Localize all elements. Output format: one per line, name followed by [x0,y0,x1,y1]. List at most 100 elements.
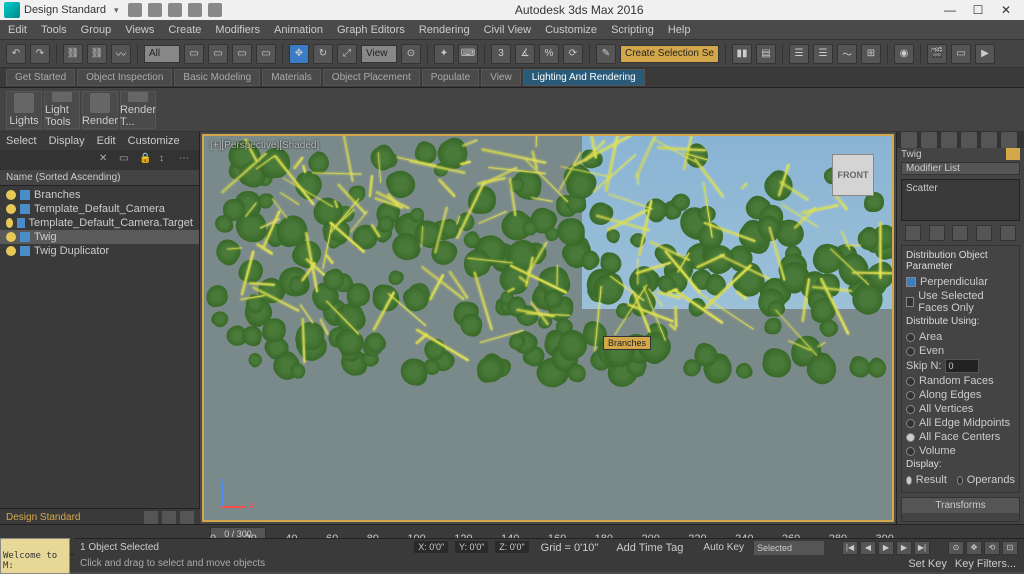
modifier-list-combo[interactable]: Modifier List [901,162,1020,175]
list-item[interactable]: Template_Default_Camera [0,202,199,216]
dist-area-radio[interactable] [906,333,915,342]
goto-start-icon[interactable]: |◀ [842,541,858,555]
visibility-icon[interactable] [6,190,16,200]
explorer-search-icon[interactable]: ✕ [99,153,113,167]
pivot-icon[interactable]: ⊙ [401,44,421,64]
coord-x[interactable]: X: 0'0" [414,541,448,553]
unique-icon[interactable] [952,225,968,241]
menu-customize[interactable]: Customize [545,24,597,36]
angle-snap-icon[interactable]: ∡ [515,44,535,64]
select-manip-icon[interactable]: ✦ [434,44,454,64]
select-icon[interactable]: ▭ [184,44,204,64]
dist-volume-radio[interactable] [906,447,915,456]
tab-populate[interactable]: Populate [422,69,479,86]
maximize-button[interactable]: ☐ [964,1,992,19]
render-icon[interactable]: ▶ [975,44,995,64]
tab-lighting[interactable]: Lighting And Rendering [523,69,645,86]
explorer-pin-icon[interactable]: ↕ [159,153,173,167]
add-time-tag[interactable]: Add Time Tag [616,542,683,554]
menu-create[interactable]: Create [168,24,201,36]
dist-verts-radio[interactable] [906,405,915,414]
rotate-icon[interactable]: ↻ [313,44,333,64]
explorer-menu-select[interactable]: Select [6,135,37,147]
explorer-more-icon[interactable]: ⋯ [179,153,193,167]
list-item[interactable]: Twig [0,230,199,244]
render-setup-icon[interactable]: 🎬 [927,44,947,64]
panel-utilities-icon[interactable] [1001,132,1017,148]
tab-view[interactable]: View [481,69,521,86]
menu-scripting[interactable]: Scripting [611,24,654,36]
layers-icon[interactable]: ☰ [789,44,809,64]
menu-civilview[interactable]: Civil View [484,24,531,36]
visibility-icon[interactable] [6,218,13,228]
edit-named-sel-icon[interactable]: ✎ [596,44,616,64]
maxscript-listener[interactable]: Welcome to M: [0,538,70,574]
menu-animation[interactable]: Animation [274,24,323,36]
menu-help[interactable]: Help [668,24,691,36]
show-end-icon[interactable] [929,225,945,241]
keyboard-icon[interactable]: ⌨ [458,44,478,64]
display-operands-radio[interactable] [957,476,963,485]
viewcube[interactable]: FRONT [832,154,874,196]
workspace-label[interactable]: Design Standard [24,4,106,16]
nav-icon-3[interactable]: ⟲ [984,541,1000,555]
qat-undo-icon[interactable] [188,3,202,17]
workspace-dropdown-icon[interactable]: ▾ [114,5,119,16]
link-icon[interactable]: ⛓ [63,44,83,64]
skip-n-spinner[interactable]: 0 [945,359,979,373]
bind-icon[interactable]: 〰 [111,44,131,64]
named-selection-combo[interactable]: Create Selection Se [620,45,719,63]
menu-rendering[interactable]: Rendering [419,24,470,36]
viewport[interactable]: [+][Perspective][Shaded] FRONT Branches … [202,134,894,522]
panel-display-icon[interactable] [981,132,997,148]
configure-icon[interactable] [1000,225,1016,241]
percent-snap-icon[interactable]: % [539,44,559,64]
ref-coord-combo[interactable]: View [361,45,397,63]
autokey-button[interactable]: Auto Key [703,542,744,553]
rollout-title[interactable]: Distribution Object Parameter [906,250,1015,272]
qat-new-icon[interactable] [128,3,142,17]
list-item[interactable]: Branches [0,188,199,202]
viewport-label[interactable]: [+][Perspective][Shaded] [210,140,319,151]
select-name-icon[interactable]: ▭ [208,44,228,64]
object-name-field[interactable]: Twig [901,149,1006,160]
keyfilters-button[interactable]: Key Filters... [955,558,1016,570]
minimize-button[interactable]: — [936,1,964,19]
spinner-snap-icon[interactable]: ⟳ [563,44,583,64]
modifier-stack[interactable]: Scatter [901,179,1020,221]
dist-edges-radio[interactable] [906,391,915,400]
coord-y[interactable]: Y: 0'0" [455,541,488,553]
snap-icon[interactable]: 3 [491,44,511,64]
goto-end-icon[interactable]: ▶| [914,541,930,555]
select-region-icon[interactable]: ▭ [232,44,252,64]
selection-filter-combo[interactable]: All [144,45,180,63]
layer-explorer-icon[interactable]: ☰ [813,44,833,64]
coord-z[interactable]: Z: 0'0" [495,541,528,553]
workspace-footer-label[interactable]: Design Standard [6,512,81,523]
list-item[interactable]: Template_Default_Camera.Target [0,216,199,230]
panel-hierarchy-icon[interactable] [941,132,957,148]
dist-midpoints-radio[interactable] [906,419,915,428]
footer-icon-3[interactable] [180,511,194,525]
prev-frame-icon[interactable]: ◀ [860,541,876,555]
remove-mod-icon[interactable] [976,225,992,241]
useselected-checkbox[interactable] [906,297,914,307]
dist-even-radio[interactable] [906,347,915,356]
tab-materials[interactable]: Materials [262,69,321,86]
qat-redo-icon[interactable] [208,3,222,17]
menu-group[interactable]: Group [81,24,112,36]
dist-random-radio[interactable] [906,377,915,386]
redo-icon[interactable]: ↷ [30,44,50,64]
move-icon[interactable]: ✥ [289,44,309,64]
ribbon-rendertarget[interactable]: Render T... [120,91,156,129]
explorer-menu-edit[interactable]: Edit [97,135,116,147]
window-crossing-icon[interactable]: ▭ [256,44,276,64]
explorer-menu-display[interactable]: Display [49,135,85,147]
nav-icon-1[interactable]: ⊙ [948,541,964,555]
tab-getstarted[interactable]: Get Started [6,69,75,86]
panel-motion-icon[interactable] [961,132,977,148]
menu-modifiers[interactable]: Modifiers [215,24,260,36]
list-header[interactable]: Name (Sorted Ascending) [0,170,199,186]
nav-icon-4[interactable]: ⊡ [1002,541,1018,555]
explorer-menu-customize[interactable]: Customize [128,135,180,147]
